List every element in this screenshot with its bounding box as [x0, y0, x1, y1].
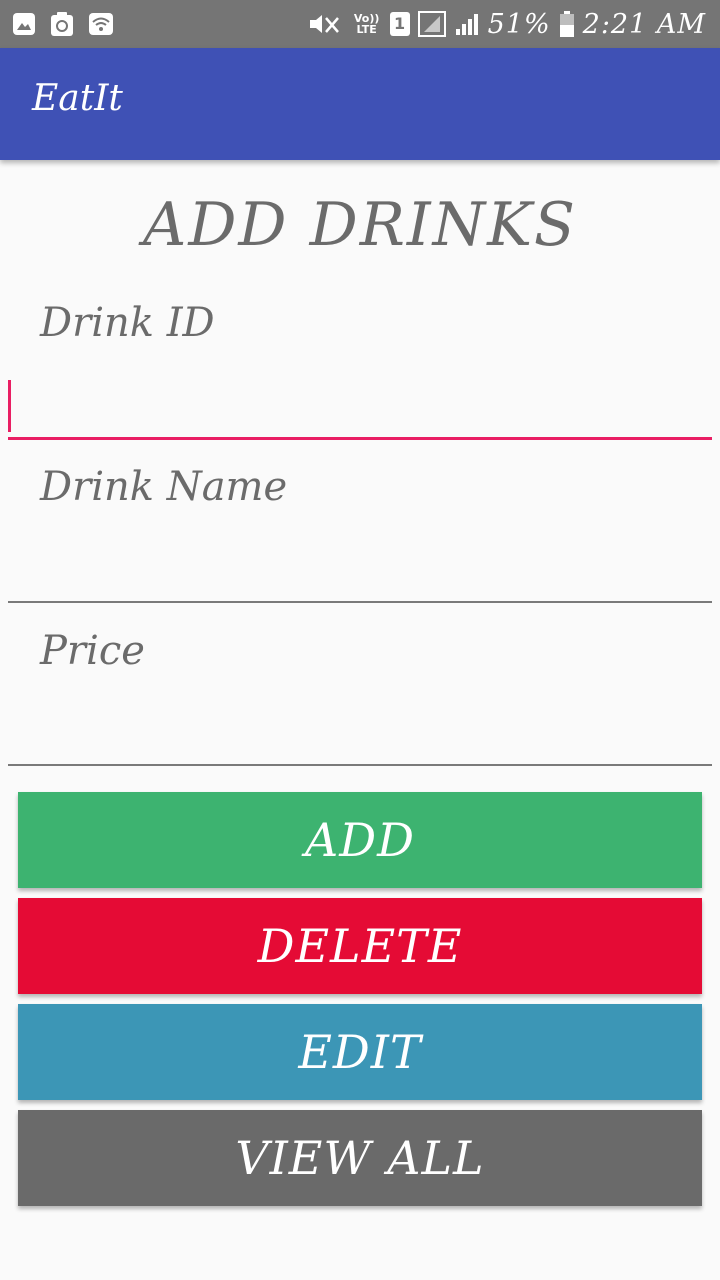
app-title: EatIt — [32, 78, 123, 119]
drink-name-input[interactable] — [8, 540, 712, 600]
price-underline — [8, 764, 712, 766]
price-label: Price — [40, 628, 145, 674]
drink-id-label: Drink ID — [40, 300, 215, 346]
drink-id-underline — [8, 437, 712, 440]
gallery-icon — [12, 12, 36, 36]
drink-id-input[interactable] — [8, 376, 712, 436]
delete-button[interactable]: DELETE — [18, 898, 702, 994]
page-title: ADD DRINKS — [142, 190, 578, 260]
edit-button[interactable]: EDIT — [18, 1004, 702, 1100]
text-cursor — [8, 380, 11, 432]
recycle-icon — [50, 11, 74, 37]
sim-number-badge: 1 — [389, 12, 410, 36]
view-all-button[interactable]: VIEW ALL — [18, 1110, 702, 1206]
status-bar: Vo)) LTE 1 51% 2:21 AM — [0, 0, 720, 48]
mute-icon — [308, 12, 344, 36]
wifi-icon — [88, 12, 114, 36]
app-bar: EatIt — [0, 48, 720, 160]
network-type-label: Vo)) LTE — [353, 12, 380, 36]
add-button[interactable]: ADD — [18, 792, 702, 888]
status-right-icons: Vo)) LTE 1 51% 2:21 AM — [308, 6, 706, 42]
drink-name-underline — [8, 601, 712, 603]
battery-icon — [559, 10, 575, 38]
clock: 2:21 AM — [582, 8, 706, 40]
price-input[interactable] — [8, 704, 712, 764]
signal-box-icon — [417, 11, 446, 37]
battery-percent: 51% — [487, 8, 551, 40]
drink-name-label: Drink Name — [40, 464, 288, 510]
signal-icon — [454, 11, 480, 37]
status-left-icons — [12, 10, 114, 38]
